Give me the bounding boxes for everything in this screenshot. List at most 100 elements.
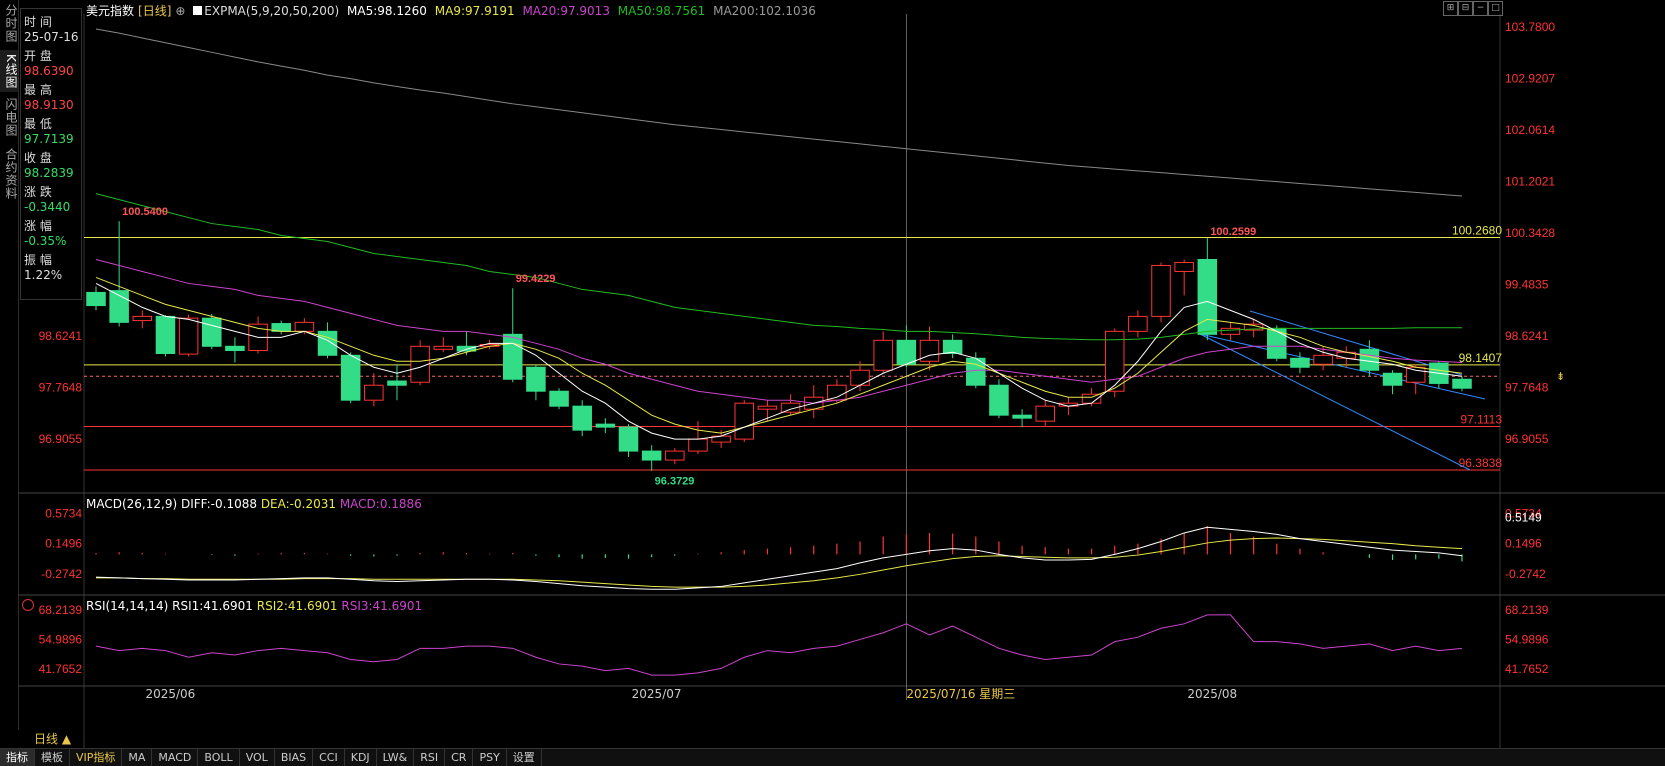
ma9-value: MA9:97.9191 bbox=[434, 4, 515, 18]
bottom-tab-8[interactable]: CCI bbox=[313, 749, 345, 766]
info-label: 最 低 bbox=[24, 117, 52, 131]
rsi-axis-right-label: 54.9896 bbox=[1505, 632, 1549, 646]
candle-body bbox=[1035, 405, 1056, 422]
ma20-value: MA20:97.9013 bbox=[522, 4, 610, 18]
candle-body bbox=[1405, 366, 1426, 383]
bottom-tab-12[interactable]: CR bbox=[445, 749, 474, 766]
info-label: 时 间 bbox=[24, 15, 52, 29]
price-axis-label: 96.9055 bbox=[1505, 432, 1549, 446]
info-value: -0.3440 bbox=[24, 200, 71, 214]
bottom-tab-7[interactable]: BIAS bbox=[275, 749, 314, 766]
info-label: 振 幅 bbox=[24, 253, 52, 267]
candle-body bbox=[572, 405, 592, 431]
bottom-tab-9[interactable]: KDJ bbox=[345, 749, 377, 766]
candle-body bbox=[1151, 264, 1171, 317]
time-axis-label: 2025/07 bbox=[632, 687, 682, 701]
kline-chart[interactable]: 100.268098.140797.111396.3838⇟ 100.54009… bbox=[0, 0, 1665, 748]
candle-body bbox=[896, 339, 917, 365]
bottom-tab-13[interactable]: PSY bbox=[473, 749, 507, 766]
macd-axis-right-label: 0.1496 bbox=[1505, 537, 1542, 551]
info-value: 1.22% bbox=[24, 268, 63, 282]
bottom-tab-14[interactable]: 设置 bbox=[507, 749, 542, 766]
candle-body bbox=[86, 291, 106, 307]
candle-body bbox=[294, 321, 315, 332]
price-axis-label: 102.9207 bbox=[1505, 72, 1555, 86]
time-axis-label: 2025/08 bbox=[1187, 687, 1237, 701]
candle-body bbox=[1174, 261, 1194, 272]
rsi-close-icon[interactable] bbox=[22, 599, 34, 611]
hline-label: 100.2680 bbox=[1452, 223, 1502, 237]
ma5-value: MA5:98.1260 bbox=[347, 4, 427, 18]
info-value: -0.35% bbox=[24, 234, 67, 248]
macd-axis-right-label: -0.2742 bbox=[1505, 567, 1546, 581]
bottom-tab-3[interactable]: MA bbox=[122, 749, 153, 766]
bottom-tab-2[interactable]: VIP指标 bbox=[70, 749, 123, 766]
bottom-tab-6[interactable]: VOL bbox=[240, 749, 275, 766]
bottom-tab-4[interactable]: MACD bbox=[152, 749, 199, 766]
maximize-icon[interactable]: □ bbox=[1488, 1, 1503, 16]
macd-diff-line bbox=[95, 526, 1463, 590]
candle-body bbox=[526, 366, 546, 392]
info-label: 涨 幅 bbox=[24, 219, 52, 233]
trendline bbox=[1199, 333, 1471, 471]
bottom-tab-11[interactable]: RSI bbox=[414, 749, 446, 766]
rsi3-value: RSI3:41.6901 bbox=[341, 599, 423, 613]
info-label: 涨 跌 bbox=[24, 185, 52, 199]
macd-axis-left-label: 0.5734 bbox=[45, 506, 82, 520]
time-axis-label: 2025/06 bbox=[145, 687, 195, 701]
rsi-axis-right-label: 41.7652 bbox=[1505, 662, 1549, 676]
candle-body bbox=[827, 384, 847, 401]
candle-body bbox=[665, 450, 685, 461]
rsi-line bbox=[95, 614, 1463, 676]
candle-body bbox=[641, 450, 662, 461]
candle-body bbox=[942, 339, 963, 354]
macd-current-label: 0.5149 bbox=[1505, 511, 1542, 525]
minimize-icon[interactable]: − bbox=[1473, 1, 1488, 16]
candle-body bbox=[1104, 330, 1125, 392]
info-label: 最 高 bbox=[24, 83, 52, 97]
price-axis-label: 99.4835 bbox=[1505, 277, 1549, 291]
rsi-axis-left-label: 41.7652 bbox=[39, 662, 83, 676]
rsi2-value: RSI2:41.6901 bbox=[256, 599, 338, 613]
candle-body bbox=[387, 380, 407, 386]
legend-color-icon bbox=[193, 6, 203, 15]
bottom-tab-5[interactable]: BOLL bbox=[198, 749, 240, 766]
candle-body bbox=[1012, 414, 1032, 419]
bottom-tab-1[interactable]: 模板 bbox=[35, 749, 70, 766]
macd-legend: MACD(26,12,9) DIFF:-0.1088 DEA:-0.2031 M… bbox=[86, 497, 422, 511]
instrument-title: 美元指数 bbox=[86, 4, 135, 18]
info-value: 97.7139 bbox=[24, 132, 74, 146]
price-annotation: 96.3729 bbox=[655, 476, 695, 488]
time-axis-label: 2025/07/16 星期三 bbox=[906, 687, 1015, 701]
indicator-tab-bar: 指标 模板 VIP指标 MA MACD BOLL VOL BIAS CCI KDJ LW& RSI CR… bbox=[0, 748, 1665, 766]
bottom-tab-10[interactable]: LW& bbox=[377, 749, 415, 766]
price-axis-label: 101.2021 bbox=[1505, 175, 1555, 189]
settings-icon[interactable]: ⊕ bbox=[175, 4, 185, 18]
price-axis-label: 97.7648 bbox=[1505, 380, 1549, 394]
candle-body bbox=[433, 345, 454, 350]
candle-body bbox=[1128, 315, 1148, 332]
candle-body bbox=[1452, 378, 1472, 389]
bottom-tab-0[interactable]: 指标 bbox=[0, 749, 35, 766]
macd-diff: DIFF:-0.1088 bbox=[180, 497, 257, 511]
candle-body bbox=[1359, 348, 1380, 371]
macd-value: MACD:0.1886 bbox=[339, 497, 422, 511]
rsi-axis-right-label: 68.2139 bbox=[1505, 603, 1549, 617]
macd-dea: DEA:-0.2031 bbox=[260, 497, 336, 511]
price-annotation: 99.4229 bbox=[516, 273, 556, 285]
layout-icon[interactable]: ⊞ bbox=[1443, 1, 1458, 16]
info-label: 收 盘 bbox=[24, 151, 52, 165]
price-axis-label: 102.0614 bbox=[1505, 123, 1555, 137]
candle-body bbox=[595, 423, 616, 428]
candle-body bbox=[734, 402, 755, 440]
period-selector-button[interactable]: 日线 ▲ bbox=[0, 730, 90, 748]
grid-icon[interactable]: ⊟ bbox=[1458, 1, 1473, 16]
price-axis-label: 98.6241 bbox=[1505, 329, 1549, 343]
candle-body bbox=[850, 369, 870, 386]
candle-body bbox=[340, 354, 361, 401]
rsi-axis-left-label: 68.2139 bbox=[39, 603, 83, 617]
info-value: 98.9130 bbox=[24, 98, 74, 112]
macd-dea-line bbox=[96, 537, 1463, 588]
candle-body bbox=[502, 333, 523, 380]
info-label: 开 盘 bbox=[24, 49, 52, 63]
